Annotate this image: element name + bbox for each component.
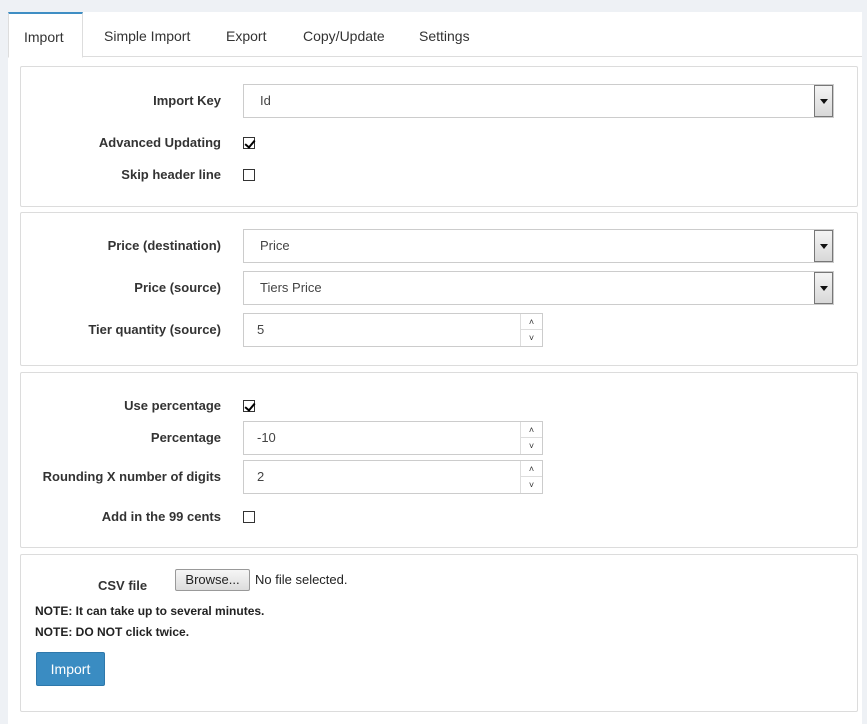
- percentage-panel: Use percentage Percentage -10 ˄ ˅ Roundi…: [20, 372, 858, 548]
- add-99-cents-checkbox[interactable]: [243, 511, 255, 523]
- tier-quantity-input[interactable]: 5 ˄ ˅: [243, 313, 543, 347]
- skip-header-label: Skip header line: [121, 167, 221, 182]
- rounding-label: Rounding X number of digits: [42, 469, 221, 484]
- use-percentage-checkbox[interactable]: [243, 400, 255, 412]
- chevron-up-icon[interactable]: ˄: [521, 422, 542, 438]
- percentage-label: Percentage: [150, 430, 221, 445]
- skip-header-row: Skip header line: [21, 158, 857, 192]
- chevron-up-icon[interactable]: ˄: [521, 314, 542, 330]
- add-99-cents-label: Add in the 99 cents: [101, 509, 221, 524]
- use-percentage-row: Use percentage: [21, 389, 857, 423]
- import-frame: Import Simple Import Export Copy/Update …: [8, 12, 862, 724]
- import-key-value: Id: [260, 93, 271, 108]
- price-destination-value: Price: [260, 238, 290, 253]
- price-destination-row: Price (destination) Price: [21, 229, 857, 263]
- add-99-cents-row: Add in the 99 cents: [21, 500, 857, 534]
- import-key-row: Import Key Id: [21, 84, 857, 118]
- chevron-down-icon[interactable]: ˅: [521, 330, 542, 346]
- tier-quantity-spinner: ˄ ˅: [520, 314, 542, 346]
- import-button[interactable]: Import: [36, 652, 105, 686]
- use-percentage-label: Use percentage: [124, 398, 221, 413]
- price-source-value: Tiers Price: [260, 280, 322, 295]
- percentage-value: -10: [257, 430, 276, 445]
- percentage-row: Percentage -10 ˄ ˅: [21, 421, 857, 455]
- tab-bar: Import Simple Import Export Copy/Update …: [8, 12, 862, 58]
- browse-button[interactable]: Browse...: [175, 569, 250, 591]
- tab-settings[interactable]: Settings: [404, 12, 485, 57]
- chevron-down-icon[interactable]: ˅: [521, 477, 542, 493]
- percentage-spinner: ˄ ˅: [520, 422, 542, 454]
- note-several-minutes: NOTE: It can take up to several minutes.: [35, 604, 265, 618]
- csv-file-label: CSV file: [98, 578, 148, 593]
- tier-quantity-label: Tier quantity (source): [88, 322, 221, 337]
- advanced-updating-row: Advanced Updating: [21, 126, 857, 160]
- price-panel: Price (destination) Price Price (source)…: [20, 212, 858, 366]
- advanced-updating-label: Advanced Updating: [98, 135, 221, 150]
- rounding-value: 2: [257, 469, 265, 484]
- import-key-panel: Import Key Id Advanced Updating Skip hea…: [20, 66, 858, 207]
- tier-quantity-value: 5: [257, 322, 265, 337]
- percentage-input[interactable]: -10 ˄ ˅: [243, 421, 543, 455]
- rounding-spinner: ˄ ˅: [520, 461, 542, 493]
- price-destination-label: Price (destination): [107, 238, 221, 253]
- advanced-updating-checkbox[interactable]: [243, 137, 255, 149]
- price-destination-select[interactable]: Price: [243, 229, 834, 263]
- price-source-select[interactable]: Tiers Price: [243, 271, 834, 305]
- rounding-input[interactable]: 2 ˄ ˅: [243, 460, 543, 494]
- import-key-label: Import Key: [153, 93, 221, 108]
- tab-import[interactable]: Import: [8, 12, 83, 58]
- dropdown-arrow-icon[interactable]: [814, 272, 833, 304]
- no-file-selected-text: No file selected.: [255, 572, 348, 587]
- skip-header-checkbox[interactable]: [243, 169, 255, 181]
- price-source-row: Price (source) Tiers Price: [21, 271, 857, 305]
- note-do-not-click-twice: NOTE: DO NOT click twice.: [35, 625, 190, 639]
- price-source-label: Price (source): [134, 280, 221, 295]
- tier-quantity-row: Tier quantity (source) 5 ˄ ˅: [21, 313, 857, 347]
- tab-export[interactable]: Export: [211, 12, 281, 57]
- csv-file-panel: CSV file Browse... No file selected. NOT…: [20, 554, 858, 712]
- chevron-up-icon[interactable]: ˄: [521, 461, 542, 477]
- dropdown-arrow-icon[interactable]: [814, 85, 833, 117]
- dropdown-arrow-icon[interactable]: [814, 230, 833, 262]
- import-key-select[interactable]: Id: [243, 84, 834, 118]
- chevron-down-icon[interactable]: ˅: [521, 438, 542, 454]
- tab-simple-import[interactable]: Simple Import: [89, 12, 205, 57]
- rounding-row: Rounding X number of digits 2 ˄ ˅: [21, 460, 857, 494]
- tab-copy-update[interactable]: Copy/Update: [288, 12, 400, 57]
